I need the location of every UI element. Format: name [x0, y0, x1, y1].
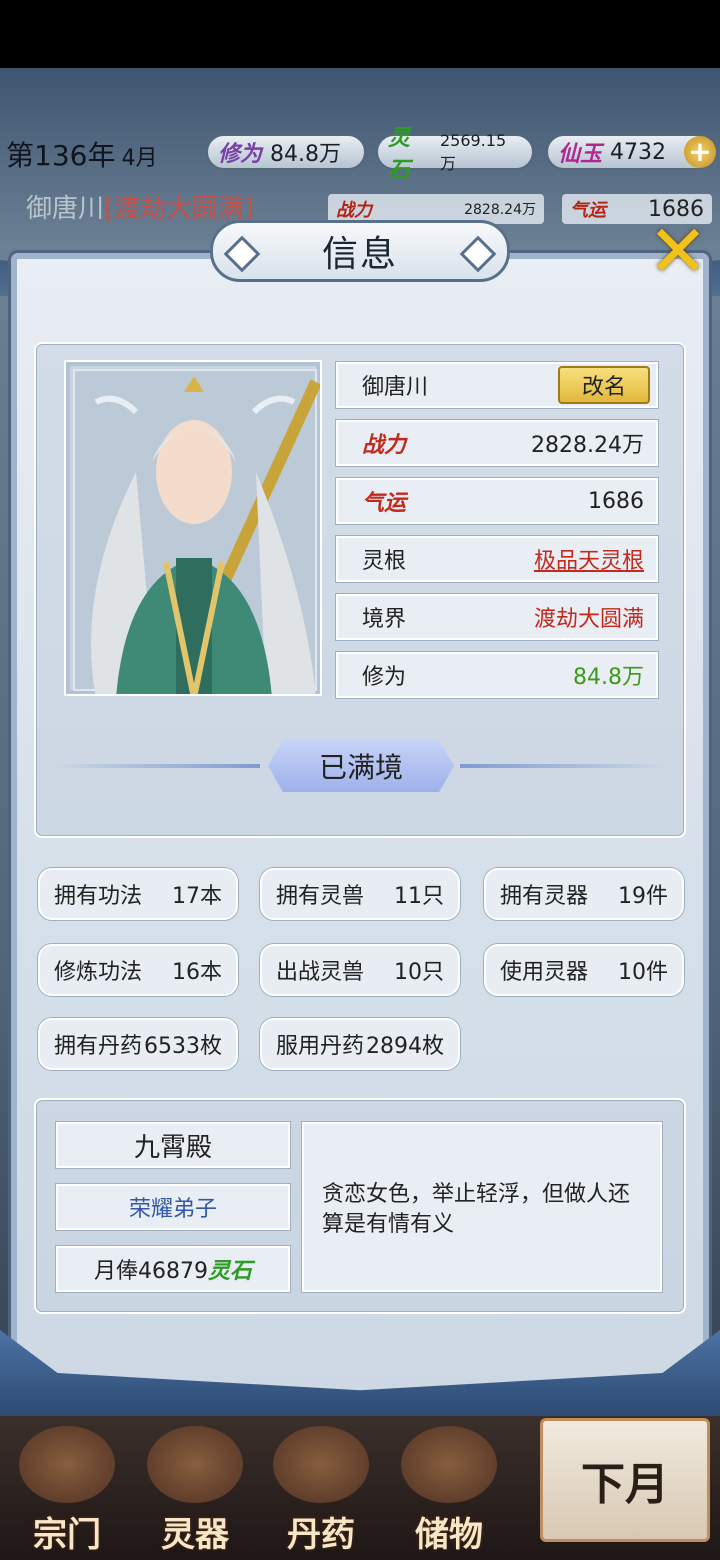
power-mini-tag: 战力 — [336, 200, 372, 221]
nav-artifacts[interactable]: 灵器 — [140, 1426, 250, 1556]
nav-sect[interactable]: 宗门 — [12, 1426, 122, 1556]
top-resource-bar: 第136年 4月 修为 84.8万 灵石 2569.15万 仙玉 4732 + — [0, 125, 720, 183]
stat-label: 出战灵兽 — [276, 960, 365, 985]
spirit-stone-resource[interactable]: 灵石 2569.15万 — [376, 125, 534, 183]
divider-left — [50, 764, 260, 768]
divider-right — [460, 764, 670, 768]
stat-practiced-techniques[interactable]: 修炼功法 16本 — [38, 944, 238, 996]
stat-consumed-pills[interactable]: 服用丹药 2894枚 — [260, 1018, 460, 1070]
immortal-jade-value: 4732 — [610, 139, 667, 165]
realm-row: 境界 渡劫大圆满 — [336, 594, 658, 640]
cultivation-label: 修为 — [362, 665, 407, 690]
power-label: 战力 — [362, 432, 407, 458]
add-jade-button[interactable]: + — [684, 136, 716, 168]
stat-value: 6533枚 — [144, 1034, 222, 1059]
stat-value: 11只 — [394, 884, 444, 909]
character-portrait-art — [73, 369, 320, 694]
close-icon: ✕ — [647, 209, 709, 293]
player-name: 御唐川 — [26, 194, 105, 224]
stat-value: 10件 — [618, 960, 668, 985]
next-month-label: 下月 — [581, 1459, 669, 1510]
sect-salary-cell: 月俸46879 灵石 — [56, 1246, 290, 1292]
luck-row: 气运 1686 — [336, 478, 658, 524]
stat-label: 服用丹药 — [276, 1034, 365, 1059]
luck-label: 气运 — [362, 490, 407, 516]
sect-rank-cell: 荣耀弟子 — [56, 1184, 290, 1230]
stat-battle-beasts[interactable]: 出战灵兽 10只 — [260, 944, 460, 996]
close-button[interactable]: ✕ — [640, 215, 716, 287]
rename-button-label: 改名 — [581, 375, 626, 400]
full-realm-button[interactable]: 已满境 — [268, 740, 454, 792]
cultivation-row-value: 84.8万 — [573, 665, 644, 690]
dialog-title: 信息 — [210, 220, 510, 282]
sect-rank: 荣耀弟子 — [128, 1197, 217, 1222]
stat-owned-beasts[interactable]: 拥有灵兽 11只 — [260, 868, 460, 920]
cultivation-resource[interactable]: 修为 84.8万 — [206, 134, 366, 170]
stat-label: 使用灵器 — [500, 960, 589, 985]
status-bar — [0, 0, 720, 68]
character-description: 贪恋女色，举止轻浮，但做人还算是有情有义 — [302, 1122, 662, 1292]
spirit-stone-value: 2569.15万 — [439, 130, 507, 173]
cultivation-tag: 修为 — [218, 141, 263, 167]
realm-label: 境界 — [362, 607, 407, 632]
spirit-root-link[interactable]: 极品天灵根 — [534, 543, 644, 575]
nav-pills-label: 丹药 — [287, 1515, 355, 1555]
plus-icon: + — [688, 135, 712, 168]
power-mini-value: 2828.24万 — [464, 202, 536, 218]
game-date: 第136年 4月 — [6, 134, 157, 174]
immortal-jade-tag: 仙玉 — [558, 141, 603, 167]
gourd-icon — [273, 1426, 369, 1503]
luck-value: 1686 — [588, 488, 644, 514]
sect-name: 九霄殿 — [133, 1132, 212, 1163]
year-text: 第136年 — [6, 139, 116, 172]
stat-value: 19件 — [618, 884, 668, 909]
stat-label: 拥有丹药 — [54, 1034, 143, 1059]
spirit-stone-tag: 灵石 — [388, 125, 411, 183]
power-value: 2828.24万 — [531, 433, 644, 458]
stat-value: 17本 — [172, 884, 222, 909]
stat-label: 拥有灵器 — [500, 884, 589, 909]
stat-owned-techniques[interactable]: 拥有功法 17本 — [38, 868, 238, 920]
stat-value: 10只 — [394, 960, 444, 985]
character-description-text: 贪恋女色，举止轻浮，但做人还算是有情有义 — [322, 1182, 631, 1237]
sect-name-cell: 九霄殿 — [56, 1122, 290, 1168]
stat-used-artifacts[interactable]: 使用灵器 10件 — [484, 944, 684, 996]
character-portrait — [64, 360, 322, 696]
power-row: 战力 2828.24万 — [336, 420, 658, 466]
sect-gate-icon — [19, 1426, 115, 1503]
spirit-root-label: 灵根 — [362, 549, 407, 574]
cultivation-value: 84.8万 — [270, 142, 342, 167]
stat-owned-pills[interactable]: 拥有丹药 6533枚 — [38, 1018, 238, 1070]
rename-button[interactable]: 改名 — [558, 366, 650, 404]
dialog-title-text: 信息 — [321, 234, 398, 275]
player-name-label: 御唐川[渡劫大圆满] — [26, 188, 254, 225]
month-text: 4月 — [121, 146, 158, 171]
cultivation-row: 修为 84.8万 — [336, 652, 658, 698]
stat-owned-artifacts[interactable]: 拥有灵器 19件 — [484, 868, 684, 920]
stat-label: 拥有功法 — [54, 884, 143, 909]
nav-pills[interactable]: 丹药 — [266, 1426, 376, 1556]
next-month-button[interactable]: 下月 — [540, 1418, 710, 1542]
nav-storage-label: 储物 — [415, 1515, 483, 1555]
storage-ring-icon — [401, 1426, 497, 1503]
name-row: 御唐川 改名 — [336, 362, 658, 408]
luck-mini-tag: 气运 — [570, 200, 606, 221]
nav-sect-label: 宗门 — [33, 1515, 101, 1555]
flame-artifact-icon — [147, 1426, 243, 1503]
stat-value: 16本 — [172, 960, 222, 985]
nav-artifacts-label: 灵器 — [161, 1515, 229, 1555]
sect-salary: 月俸46879 — [93, 1259, 208, 1284]
nav-storage[interactable]: 储物 — [394, 1426, 504, 1556]
realm-value: 渡劫大圆满 — [533, 607, 644, 632]
player-realm: [渡劫大圆满] — [104, 194, 255, 224]
spirit-root-row: 灵根 极品天灵根 — [336, 536, 658, 582]
stat-label: 修炼功法 — [54, 960, 143, 985]
character-name: 御唐川 — [362, 375, 429, 400]
spirit-stone-tag: 灵石 — [207, 1258, 252, 1284]
stat-label: 拥有灵兽 — [276, 884, 365, 909]
full-realm-label: 已满境 — [318, 751, 403, 784]
stat-value: 2894枚 — [366, 1034, 444, 1059]
